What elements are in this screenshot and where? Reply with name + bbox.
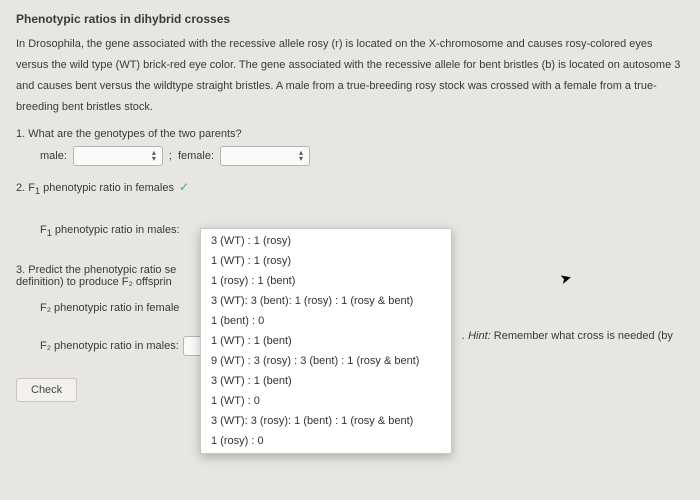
ratio-option[interactable]: 1 (bent) : 0 — [201, 311, 451, 331]
separator: ; — [169, 150, 172, 162]
intro-paragraph: In Drosophila, the gene associated with … — [16, 34, 684, 118]
ratio-option[interactable]: 1 (rosy) : 0 — [201, 431, 451, 451]
check-icon: ✓ — [179, 180, 189, 194]
page-title: Phenotypic ratios in dihybrid crosses — [16, 12, 684, 26]
ratio-option[interactable]: 3 (WT): 3 (bent): 1 (rosy) : 1 (rosy & b… — [201, 291, 451, 311]
male-genotype-select[interactable] — [73, 146, 163, 166]
hint-body: Remember what cross is needed (by — [491, 330, 673, 342]
female-genotype-select[interactable] — [220, 146, 310, 166]
ratio-option[interactable]: 3 (WT) : 1 (bent) — [201, 371, 451, 391]
q3-f2-male: F₂ phenotypic ratio in males: — [40, 340, 179, 352]
q2m-prefix: F — [40, 224, 47, 236]
ratio-option[interactable]: 1 (WT) : 1 (rosy) — [201, 251, 451, 271]
q2-prefix: 2. F — [16, 182, 35, 194]
female-label: female: — [178, 150, 214, 162]
ratio-option[interactable]: 3 (WT) : 1 (rosy) — [201, 231, 451, 251]
caret-icon — [152, 149, 156, 163]
hint-label: . Hint: — [462, 330, 491, 342]
question-1: 1. What are the genotypes of the two par… — [16, 128, 684, 166]
ratio-option[interactable]: 3 (WT): 3 (rosy): 1 (bent) : 1 (rosy & b… — [201, 411, 451, 431]
hint-text: . Hint: Remember what cross is needed (b… — [462, 330, 673, 342]
q2-prompt: 2. F1 phenotypic ratio in females ✓ — [16, 180, 684, 196]
caret-icon — [299, 149, 303, 163]
ratio-option[interactable]: 1 (WT) : 0 — [201, 391, 451, 411]
ratio-option[interactable]: 9 (WT) : 3 (rosy) : 3 (bent) : 1 (rosy &… — [201, 351, 451, 371]
male-label: male: — [40, 150, 67, 162]
check-button[interactable]: Check — [16, 378, 77, 402]
ratio-option[interactable]: 1 (WT) : 1 (bent) — [201, 331, 451, 351]
q2m-suffix: phenotypic ratio in males: — [52, 224, 180, 236]
q1-prompt: 1. What are the genotypes of the two par… — [16, 128, 684, 140]
q2-suffix: phenotypic ratio in females — [40, 182, 174, 194]
ratio-dropdown[interactable]: 3 (WT) : 1 (rosy)1 (WT) : 1 (rosy)1 (ros… — [200, 228, 452, 454]
ratio-option[interactable]: 1 (rosy) : 1 (bent) — [201, 271, 451, 291]
